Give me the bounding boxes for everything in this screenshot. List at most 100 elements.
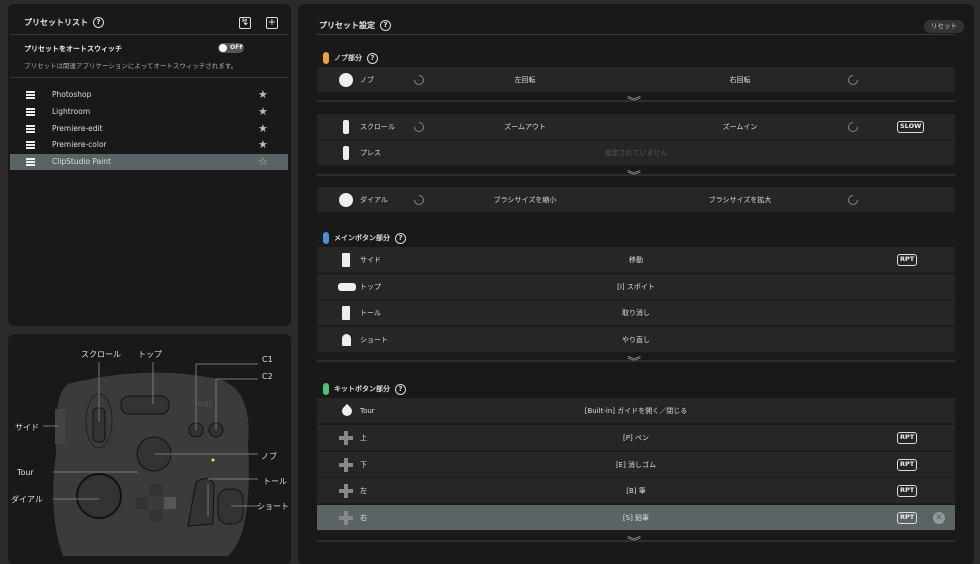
mapping-row[interactable]: ショート やり直し	[317, 327, 955, 354]
row-label: スクロール	[360, 123, 395, 131]
row-label: ショート	[360, 336, 388, 345]
expand-divider[interactable]: ︾	[317, 537, 955, 548]
preset-name: ClipStudio Paint	[52, 157, 111, 167]
section-color-pill	[323, 52, 329, 64]
expand-divider[interactable]: ︾	[317, 357, 955, 368]
star-icon[interactable]: ★	[258, 121, 268, 137]
preset-name: Premiere-edit	[52, 123, 103, 133]
action-value[interactable]: [P] ペン	[623, 425, 649, 451]
close-icon[interactable]: ✕	[933, 512, 945, 525]
knob-icon	[339, 73, 353, 87]
drag-handle-icon[interactable]	[26, 107, 35, 116]
preset-item[interactable]: Premiere-edit ★	[10, 121, 288, 137]
tourbox-device-diagram: tour	[43, 362, 258, 556]
section-header: キットボタン部分?	[323, 383, 406, 395]
badge-button[interactable]: SLOW	[897, 121, 925, 133]
star-icon[interactable]: ☆	[258, 154, 268, 170]
help-icon[interactable]: ?	[395, 232, 406, 244]
mapping-row[interactable]: プレス 設定されていません	[317, 140, 955, 166]
auto-switch-label: プリセットをオートスウィッチ	[24, 45, 122, 53]
label-tall: トール	[263, 477, 287, 486]
divider	[10, 34, 288, 35]
action-value[interactable]: [I] スポイト	[617, 274, 655, 300]
expand-divider[interactable]: ︾	[317, 171, 955, 182]
rotate-right-icon	[845, 192, 861, 208]
row-label: プレス	[360, 149, 381, 157]
action-value[interactable]: [B] 筆	[626, 478, 646, 504]
left-action[interactable]: 左回転	[515, 67, 536, 93]
star-icon[interactable]: ★	[258, 137, 268, 153]
action-value[interactable]: [Built-in] ガイドを開く／閉じる	[585, 398, 687, 424]
row-label: トール	[360, 309, 381, 318]
chevron-down-icon: ︾	[627, 537, 641, 548]
section-header: メインボタン部分?	[323, 232, 406, 244]
mapping-row[interactable]: Tour [Built-in] ガイドを開く／閉じる	[317, 398, 955, 424]
plus-icon[interactable]: +	[266, 17, 278, 29]
preset-item[interactable]: Premiere-color ★	[10, 137, 288, 153]
help-icon[interactable]: ?	[93, 17, 104, 28]
action-value[interactable]: [S] 鉛筆	[623, 505, 649, 531]
badge-button[interactable]: RPT	[897, 254, 918, 266]
drag-handle-icon[interactable]	[26, 124, 35, 133]
import-icon[interactable]: ↯	[239, 17, 251, 29]
mapping-row[interactable]: ダイアル ブラシサイズを縮小 ブラシサイズを拡大	[317, 187, 955, 213]
preset-name: Photoshop	[52, 90, 92, 99]
mapping-row[interactable]: 下 [E] 消しゴム RPT	[317, 451, 955, 478]
action-value[interactable]: やり直し	[622, 327, 650, 353]
mapping-row[interactable]: ノブ 左回転 右回転	[317, 67, 955, 93]
action-value[interactable]: [E] 消しゴム	[616, 452, 656, 478]
mapping-row[interactable]: 左 [B] 筆 RPT	[317, 478, 955, 505]
action-value[interactable]: 移動	[629, 247, 643, 273]
help-icon[interactable]: ?	[395, 383, 406, 395]
mapping-row[interactable]: サイド 移動 RPT	[317, 247, 955, 273]
drag-handle-icon[interactable]	[26, 141, 35, 150]
label-side: サイド	[15, 423, 39, 432]
star-icon[interactable]: ★	[258, 87, 268, 103]
mapping-row[interactable]: スクロール ズームアウト ズームイン SLOW	[317, 114, 955, 140]
badge-button[interactable]: RPT	[897, 512, 918, 525]
dpad-icon	[339, 457, 353, 472]
rotate-right-icon	[845, 119, 861, 135]
badge-button[interactable]: RPT	[897, 431, 918, 444]
drag-handle-icon[interactable]	[26, 158, 35, 167]
mapping-row[interactable]: トップ [I] スポイト	[317, 273, 955, 300]
dpad-icon	[339, 484, 353, 499]
preset-item[interactable]: Lightroom ★	[10, 104, 288, 120]
preset-list-title: プリセットリスト?	[24, 17, 104, 28]
row-label: サイド	[360, 256, 381, 264]
label-scroll: スクロール	[81, 350, 121, 359]
right-action[interactable]: ブラシサイズを拡大	[709, 187, 772, 213]
left-action[interactable]: ブラシサイズを縮小	[494, 187, 557, 213]
expand-divider[interactable]: ︾	[317, 97, 955, 108]
label-tour: Tour	[17, 468, 34, 477]
drag-handle-icon[interactable]	[26, 91, 35, 99]
button-icon	[342, 306, 350, 321]
reset-button[interactable]: リセット	[924, 20, 964, 33]
auto-switch-toggle[interactable]: OFF	[218, 43, 244, 53]
left-action[interactable]: ズームアウト	[504, 114, 546, 140]
dpad-icon	[339, 430, 353, 445]
chevron-down-icon: ︾	[627, 171, 641, 182]
badge-button[interactable]: RPT	[897, 485, 918, 498]
row-label: 下	[360, 460, 367, 469]
mapping-row[interactable]: 上 [P] ペン RPT	[317, 424, 955, 451]
help-icon[interactable]: ?	[380, 20, 391, 31]
help-icon[interactable]: ?	[367, 52, 378, 64]
right-action[interactable]: 右回転	[730, 67, 751, 93]
mapping-row[interactable]: トール 取り消し	[317, 300, 955, 327]
settings-title: プリセット設定?	[319, 20, 391, 31]
preset-item[interactable]: ClipStudio Paint ☆	[10, 154, 288, 171]
action-value[interactable]: 設定されていません	[605, 140, 668, 166]
button-icon	[342, 253, 350, 267]
tour-button-icon	[339, 403, 355, 419]
action-value[interactable]: 取り消し	[622, 300, 650, 326]
mapping-row[interactable]: 右 [S] 鉛筆 RPT ✕	[317, 505, 955, 532]
preset-item[interactable]: Photoshop ★	[10, 87, 288, 103]
badge-button[interactable]: RPT	[897, 458, 918, 471]
rotate-left-icon	[411, 119, 427, 135]
right-action[interactable]: ズームイン	[723, 114, 758, 140]
label-short: ショート	[257, 502, 289, 511]
row-label: 上	[360, 433, 367, 442]
rotate-left-icon	[411, 72, 427, 88]
star-icon[interactable]: ★	[258, 104, 268, 120]
